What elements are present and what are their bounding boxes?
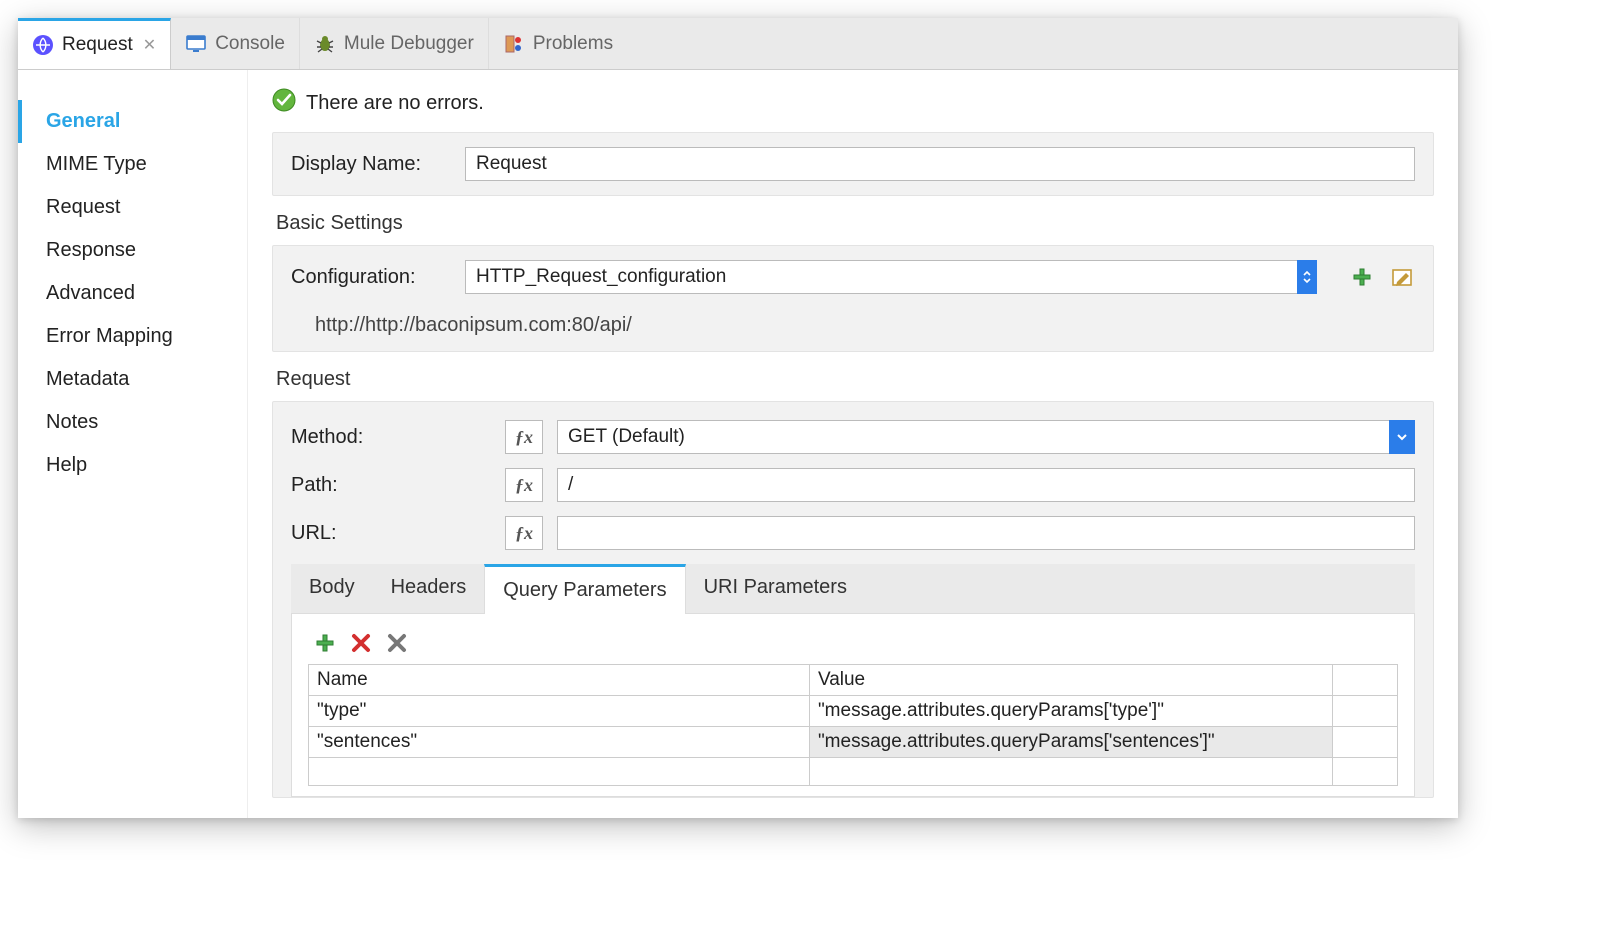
query-params-table: Name Value "type" "message.attributes.qu…: [308, 664, 1398, 786]
sidebar-item-label: Help: [46, 454, 87, 476]
request-panel: Method: ƒx Path: ƒx URL:: [272, 401, 1434, 798]
add-param-button[interactable]: [312, 630, 338, 656]
tab-problems[interactable]: Problems: [489, 18, 627, 69]
console-icon: [185, 33, 207, 55]
sidebar-item-label: General: [46, 110, 120, 132]
sidebar-item-metadata[interactable]: Metadata: [18, 358, 247, 401]
param-name-cell[interactable]: "type": [309, 696, 810, 727]
status-row: There are no errors.: [272, 88, 1434, 118]
tab-console-label: Console: [215, 33, 285, 55]
tab-problems-label: Problems: [533, 33, 613, 55]
col-value: Value: [809, 665, 1332, 696]
http-request-icon: [32, 34, 54, 56]
sidebar-item-error-mapping[interactable]: Error Mapping: [18, 315, 247, 358]
fx-button-method[interactable]: ƒx: [505, 420, 543, 454]
param-value-cell[interactable]: [809, 758, 1332, 786]
tab-request-label: Request: [62, 34, 133, 56]
sidebar-item-help[interactable]: Help: [18, 444, 247, 487]
display-name-input[interactable]: [465, 147, 1415, 181]
sidebar-item-request[interactable]: Request: [18, 186, 247, 229]
sidebar-item-response[interactable]: Response: [18, 229, 247, 272]
sidebar-item-mime-type[interactable]: MIME Type: [18, 143, 247, 186]
url-input[interactable]: [557, 516, 1415, 550]
status-message: There are no errors.: [306, 92, 484, 115]
sidebar-item-label: MIME Type: [46, 153, 147, 175]
sidebar-item-label: Error Mapping: [46, 325, 173, 347]
configuration-value[interactable]: [465, 260, 1317, 294]
dropdown-caret-icon[interactable]: [1297, 260, 1317, 294]
configuration-select[interactable]: [465, 260, 1317, 294]
tab-mule-debugger[interactable]: Mule Debugger: [300, 18, 489, 69]
table-row[interactable]: "sentences" "message.attributes.queryPar…: [309, 727, 1398, 758]
param-value-cell[interactable]: "message.attributes.queryParams['type']": [809, 696, 1332, 727]
sidebar-item-advanced[interactable]: Advanced: [18, 272, 247, 315]
param-name-cell[interactable]: "sentences": [309, 727, 810, 758]
query-parameters-panel: Name Value "type" "message.attributes.qu…: [291, 614, 1415, 797]
remove-param-button[interactable]: [348, 630, 374, 656]
content-area: General MIME Type Request Response Advan…: [18, 70, 1458, 818]
url-label: URL:: [291, 522, 491, 545]
display-name-panel: Display Name:: [272, 132, 1434, 196]
basic-settings-title: Basic Settings: [276, 212, 1434, 235]
problems-icon: [503, 33, 525, 55]
configuration-label: Configuration:: [291, 266, 451, 289]
fx-button-url[interactable]: ƒx: [505, 516, 543, 550]
table-header-row: Name Value: [309, 665, 1398, 696]
table-row[interactable]: "type" "message.attributes.queryParams['…: [309, 696, 1398, 727]
row-spacer: [1332, 727, 1397, 758]
row-spacer: [1332, 758, 1397, 786]
path-label: Path:: [291, 474, 491, 497]
subtab-body[interactable]: Body: [291, 564, 373, 613]
top-tabbar: Request ✕ Console Mule Debugger Problems: [18, 18, 1458, 70]
method-label: Method:: [291, 426, 491, 449]
sidebar-item-label: Request: [46, 196, 121, 218]
tab-debugger-label: Mule Debugger: [344, 33, 474, 55]
tab-request[interactable]: Request ✕: [18, 18, 171, 69]
path-input[interactable]: [557, 468, 1415, 502]
col-name: Name: [309, 665, 810, 696]
config-actions: [1349, 264, 1415, 290]
editor-window: Request ✕ Console Mule Debugger Problems…: [18, 18, 1458, 818]
row-spacer: [1332, 696, 1397, 727]
resolved-url: http://http://baconipsum.com:80/api/: [291, 308, 1415, 337]
sidebar-item-notes[interactable]: Notes: [18, 401, 247, 444]
params-toolbar: [308, 630, 1398, 656]
method-value[interactable]: [557, 420, 1415, 454]
display-name-label: Display Name:: [291, 153, 451, 176]
sidebar-item-label: Response: [46, 239, 136, 261]
method-select[interactable]: [557, 420, 1415, 454]
param-value-cell[interactable]: "message.attributes.queryParams['sentenc…: [809, 727, 1332, 758]
fx-button-path[interactable]: ƒx: [505, 468, 543, 502]
ok-check-icon: [272, 88, 296, 118]
chevron-down-icon[interactable]: [1389, 420, 1415, 454]
col-spacer: [1332, 665, 1397, 696]
subtab-query-parameters[interactable]: Query Parameters: [484, 564, 685, 614]
sidebar-item-general[interactable]: General: [18, 100, 247, 143]
request-subtabs: Body Headers Query Parameters URI Parame…: [291, 564, 1415, 614]
close-icon[interactable]: ✕: [143, 35, 156, 55]
subtab-headers[interactable]: Headers: [373, 564, 485, 613]
table-row-empty[interactable]: [309, 758, 1398, 786]
subtab-uri-parameters[interactable]: URI Parameters: [686, 564, 865, 613]
clear-all-params-button[interactable]: [384, 630, 410, 656]
add-config-button[interactable]: [1349, 264, 1375, 290]
sidebar: General MIME Type Request Response Advan…: [18, 70, 248, 818]
param-name-cell[interactable]: [309, 758, 810, 786]
edit-config-button[interactable]: [1389, 264, 1415, 290]
request-section-title: Request: [276, 368, 1434, 391]
main-panel: There are no errors. Display Name: Basic…: [248, 70, 1458, 818]
sidebar-item-label: Advanced: [46, 282, 135, 304]
tab-console[interactable]: Console: [171, 18, 300, 69]
sidebar-item-label: Metadata: [46, 368, 129, 390]
bug-icon: [314, 33, 336, 55]
sidebar-item-label: Notes: [46, 411, 98, 433]
basic-settings-panel: Configuration:: [272, 245, 1434, 352]
